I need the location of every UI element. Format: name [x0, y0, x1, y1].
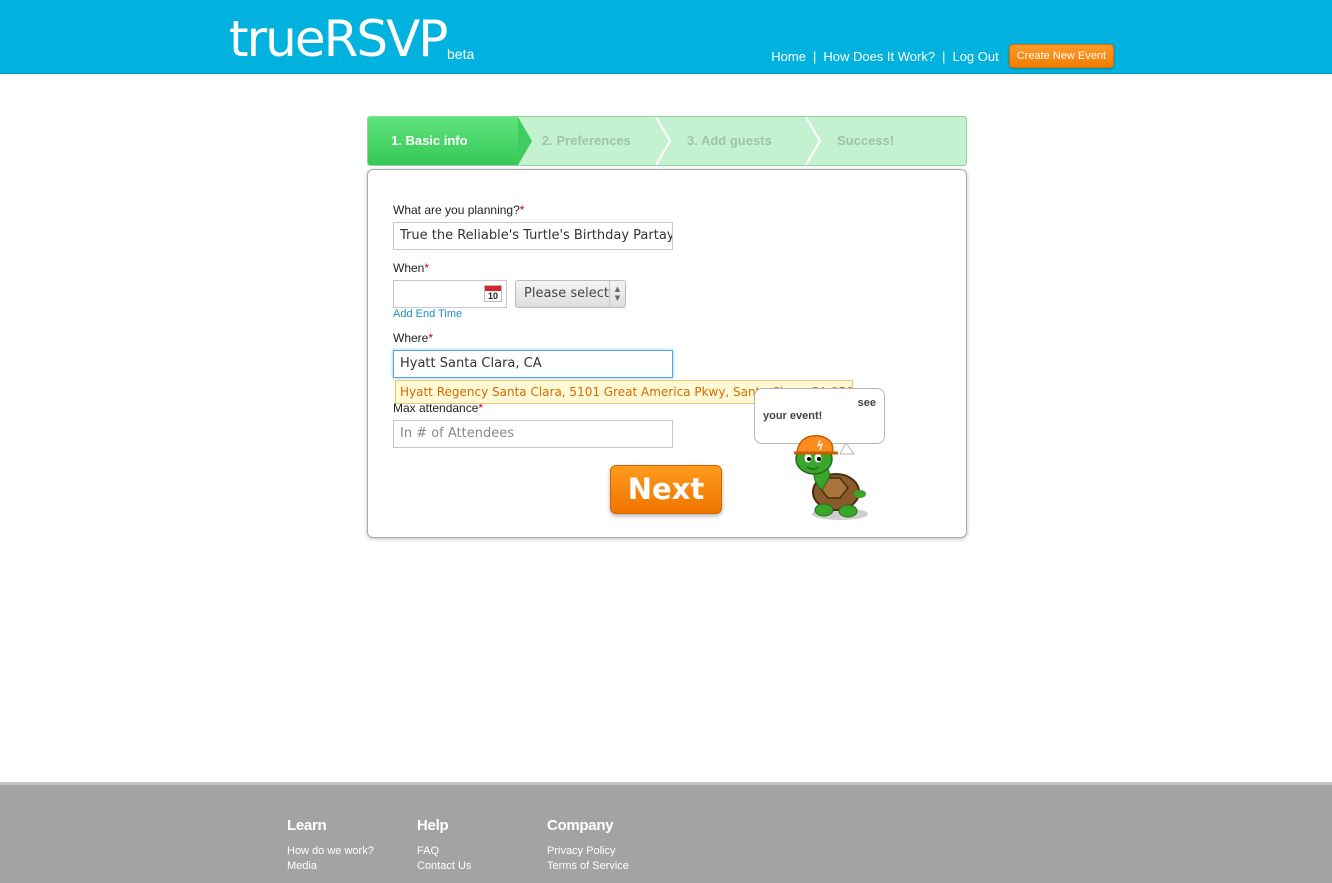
- when-label: When*: [393, 261, 430, 275]
- step-divider-icon: [805, 117, 822, 165]
- step-preferences: 2. Preferences: [542, 133, 631, 148]
- footer-privacy-link[interactable]: Privacy Policy: [547, 844, 629, 859]
- footer-terms-link[interactable]: Terms of Service: [547, 859, 629, 874]
- event-name-input[interactable]: True the Reliable's Turtle's Birthday Pa…: [393, 222, 673, 250]
- footer-help-column: Help FAQ Contact Us: [417, 817, 471, 874]
- max-attendance-input[interactable]: In # of Attendees: [393, 420, 673, 448]
- calendar-icon[interactable]: 10: [484, 285, 502, 302]
- nav-separator: |: [812, 48, 817, 64]
- step-success: Success!: [837, 133, 895, 148]
- footer-media-link[interactable]: Media: [287, 859, 374, 874]
- footer-company-column: Company Privacy Policy Terms of Service: [547, 817, 629, 874]
- time-select[interactable]: Please select ▲ ▼: [515, 280, 626, 308]
- step-add-guests: 3. Add guests: [687, 133, 772, 148]
- footer-faq-link[interactable]: FAQ: [417, 844, 471, 859]
- nav-logout-link[interactable]: Log Out: [952, 49, 998, 64]
- top-nav: Home | How Does It Work? | Log Out Creat…: [771, 44, 1114, 68]
- step-basic-info: 1. Basic info: [368, 117, 532, 165]
- location-input[interactable]: Hyatt Santa Clara, CA: [393, 350, 673, 378]
- beta-badge: beta: [447, 46, 475, 62]
- wizard-steps: 1. Basic info 2. Preferences 3. Add gues…: [367, 116, 967, 166]
- nav-home-link[interactable]: Home: [771, 49, 806, 64]
- date-input[interactable]: 10: [393, 280, 507, 308]
- turtle-mascot-icon: [794, 435, 868, 520]
- next-button[interactable]: Next: [610, 465, 722, 514]
- footer-contact-link[interactable]: Contact Us: [417, 859, 471, 874]
- footer-learn-column: Learn How do we work? Media: [287, 817, 374, 874]
- footer-how-we-work-link[interactable]: How do we work?: [287, 844, 374, 859]
- footer-company-heading: Company: [547, 817, 614, 834]
- planning-label: What are you planning?*: [393, 203, 525, 217]
- site-header: trueRSVP beta Home | How Does It Work? |…: [0, 0, 1332, 74]
- nav-how-it-works-link[interactable]: How Does It Work?: [823, 49, 935, 64]
- add-end-time-link[interactable]: Add End Time: [393, 308, 462, 320]
- site-footer: Learn How do we work? Media Help FAQ Con…: [0, 782, 1332, 883]
- footer-help-heading: Help: [417, 817, 449, 834]
- site-logo[interactable]: trueRSVP: [229, 10, 448, 68]
- create-new-event-button[interactable]: Create New Event: [1008, 44, 1114, 68]
- footer-learn-heading: Learn: [287, 817, 327, 834]
- step-divider-icon: [655, 117, 672, 165]
- where-label: Where*: [393, 331, 434, 345]
- select-arrows-icon: ▲ ▼: [609, 281, 625, 307]
- nav-separator: |: [942, 48, 946, 64]
